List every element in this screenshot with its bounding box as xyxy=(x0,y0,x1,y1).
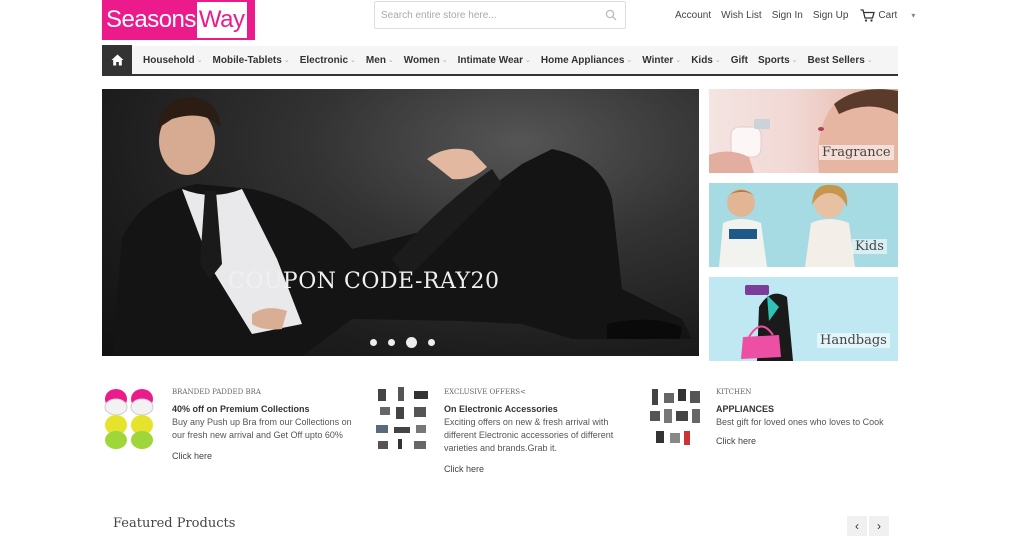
nav-item-label: Mobile-Tablets xyxy=(212,54,282,66)
promo-headline: On Electronic Accessories xyxy=(444,404,558,414)
chevron-down-icon: ⌄ xyxy=(791,57,798,64)
promo-headline: 40% off on Premium Collections xyxy=(172,404,310,414)
nav-item-sports[interactable]: Sports ⌄ xyxy=(753,55,803,66)
cart-label: Cart xyxy=(878,10,898,21)
electronics-thumbnail xyxy=(376,387,428,449)
handbags-image xyxy=(741,285,793,361)
search-input[interactable] xyxy=(375,2,595,28)
nav-item-label: Winter xyxy=(642,54,674,66)
chevron-down-icon: ⌄ xyxy=(441,57,448,64)
wishlist-link[interactable]: Wish List xyxy=(721,10,762,21)
nav-item-electronic[interactable]: Electronic ⌄ xyxy=(295,55,361,66)
nav-item-home-appliances[interactable]: Home Appliances ⌄ xyxy=(536,55,637,66)
featured-carousel-controls: ‹ › xyxy=(845,516,889,536)
handbags-label: Handbags xyxy=(817,333,890,348)
nav-item-label: Best Sellers xyxy=(807,54,865,66)
nav-item-label: Household xyxy=(143,54,195,66)
search-box xyxy=(374,1,626,29)
chevron-down-icon: ⌄ xyxy=(350,57,356,64)
fragrance-label: Fragrance xyxy=(819,145,894,160)
chevron-down-icon: ⌄ xyxy=(387,57,394,64)
nav-item-label: Intimate Wear xyxy=(457,54,523,66)
chevron-down-icon: ⌄ xyxy=(525,57,531,64)
top-links: Account Wish List Sign In Sign Up Cart ▾ xyxy=(675,9,925,22)
nav-item-label: Home Appliances xyxy=(540,54,625,66)
nav-items: Household ⌄ Mobile-Tablets ⌄ Electronic ⌄ Men ⌄… xyxy=(132,55,878,66)
main-navigation: Household ⌄ Mobile-Tablets ⌄ Electronic ⌄ Men ⌄… xyxy=(102,45,898,76)
site-logo[interactable]: Seasons Way xyxy=(102,0,255,40)
nav-item-men[interactable]: Men ⌄ xyxy=(361,55,399,66)
nav-item-best-sellers[interactable]: Best Sellers ⌄ xyxy=(803,55,878,66)
nav-item-women[interactable]: Women ⌄ xyxy=(399,55,453,66)
nav-item-household[interactable]: Household ⌄ xyxy=(138,55,208,66)
slider-dot[interactable] xyxy=(370,339,377,346)
promo-kicker: EXCLUSIVE OFFERS< xyxy=(444,388,526,396)
nav-item-intimate-wear[interactable]: Intimate Wear ⌄ xyxy=(453,55,536,66)
home-button[interactable] xyxy=(102,45,132,75)
chevron-down-icon: ⌄ xyxy=(196,57,203,64)
chevron-down-icon: ⌄ xyxy=(866,57,873,64)
promo-description: Best gift for loved ones who loves to Co… xyxy=(716,417,884,427)
nav-item-label: Gift xyxy=(730,54,748,66)
nav-item-winter[interactable]: Winter ⌄ xyxy=(637,55,686,66)
fragrance-image xyxy=(709,89,898,173)
slider-dots xyxy=(370,337,446,348)
cart-button[interactable]: Cart ▾ xyxy=(860,9,925,22)
promo-description: Buy any Push up Bra from our Collections… xyxy=(172,417,352,440)
kitchen-thumbnail xyxy=(650,389,700,445)
chevron-down-icon: ⌄ xyxy=(675,57,682,64)
chevron-left-icon[interactable]: ‹ xyxy=(847,516,867,536)
chevron-down-icon: ⌄ xyxy=(714,57,721,64)
hero-slider[interactable]: COUPON CODE-RAY20 xyxy=(102,89,699,356)
handbags-banner[interactable]: Handbags xyxy=(709,277,898,361)
slider-dot[interactable] xyxy=(406,337,417,348)
account-link[interactable]: Account xyxy=(675,10,711,21)
nav-item-gift[interactable]: Gift xyxy=(726,55,753,66)
search-icon[interactable] xyxy=(605,9,617,21)
slider-dot[interactable] xyxy=(388,339,395,346)
signup-link[interactable]: Sign Up xyxy=(813,10,849,21)
slider-dot[interactable] xyxy=(428,339,435,346)
kids-label: Kids xyxy=(852,239,887,254)
bra-thumbnail xyxy=(104,389,154,449)
chevron-down-icon: ⌄ xyxy=(626,57,633,64)
nav-item-label: Electronic xyxy=(299,54,349,66)
promo-link[interactable]: Click here xyxy=(716,436,901,446)
promo-description: Exciting offers on new & fresh arrival w… xyxy=(444,417,614,453)
chevron-right-icon[interactable]: › xyxy=(869,516,889,536)
hero-model-image xyxy=(112,97,692,356)
home-icon xyxy=(111,54,123,66)
cart-icon xyxy=(860,9,876,22)
promo-link[interactable]: Click here xyxy=(444,464,629,474)
fragrance-banner[interactable]: Fragrance xyxy=(709,89,898,173)
chevron-down-icon: ⌄ xyxy=(283,57,290,64)
kids-image xyxy=(719,184,855,267)
nav-item-mobile-tablets[interactable]: Mobile-Tablets ⌄ xyxy=(208,55,295,66)
nav-item-kids[interactable]: Kids ⌄ xyxy=(686,55,726,66)
signin-link[interactable]: Sign In xyxy=(772,10,803,21)
promo-headline: APPLIANCES xyxy=(716,404,775,414)
nav-item-label: Sports xyxy=(757,54,790,66)
nav-item-label: Kids xyxy=(691,54,713,66)
promo-kicker: KITCHEN xyxy=(716,388,752,396)
nav-item-label: Women xyxy=(403,54,440,66)
logo-text-way: Way xyxy=(196,2,247,38)
chevron-down-icon: ▾ xyxy=(911,11,916,20)
promo-link[interactable]: Click here xyxy=(172,451,357,461)
hero-caption: COUPON CODE-RAY20 xyxy=(228,269,500,294)
nav-item-label: Men xyxy=(365,54,386,66)
logo-text-seasons: Seasons xyxy=(106,6,196,33)
featured-products-title: Featured Products xyxy=(113,516,236,531)
kids-banner[interactable]: Kids xyxy=(709,183,898,267)
promo-kicker: BRANDED PADDED BRA xyxy=(172,388,261,396)
